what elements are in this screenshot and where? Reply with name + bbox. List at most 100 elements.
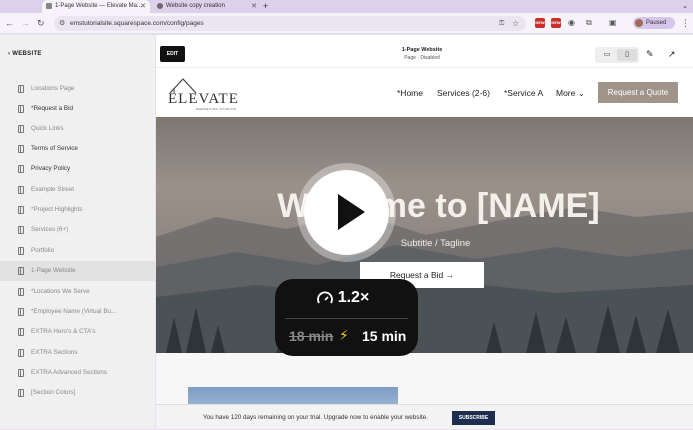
sidebar-item-label: *Request a Bid xyxy=(31,105,74,112)
site-nav-more[interactable]: More ⌄ xyxy=(556,87,585,99)
page-icon xyxy=(18,145,24,153)
play-button-circle xyxy=(304,170,389,255)
original-duration: 18 min xyxy=(289,328,334,344)
extension-new-badge-icon[interactable]: NEW xyxy=(535,18,545,28)
site-styles-brush-icon[interactable]: ✎ xyxy=(646,47,654,61)
divider xyxy=(285,318,408,319)
profile-status: Paused xyxy=(646,20,667,26)
browser-menu-icon[interactable]: ⋮ xyxy=(681,16,690,31)
page-icon xyxy=(18,186,24,194)
sidebar-item-label: *Locations We Serve xyxy=(31,288,90,295)
extension-icon[interactable]: ◉ xyxy=(568,17,575,29)
expand-arrow-icon[interactable]: ↗ xyxy=(668,47,676,61)
back-arrow-icon[interactable]: ← xyxy=(5,16,14,31)
sidebar-item-extra-heros[interactable]: EXTRA Hero's & CTA's xyxy=(0,322,155,342)
chatgpt-favicon-icon xyxy=(157,3,163,9)
sidebar-item-1-page-website[interactable]: 1-Page Website xyxy=(0,261,155,281)
logo-name: ELEVATE xyxy=(168,91,239,107)
site-nav-service-a[interactable]: *Service A xyxy=(504,87,543,99)
sidebar-item-request-a-bid[interactable]: *Request a Bid xyxy=(0,99,155,119)
sidebar-item-quick-links[interactable]: Quick Links xyxy=(0,119,155,139)
close-tab-icon[interactable]: ✕ xyxy=(251,0,257,13)
sidebar-item-privacy-policy[interactable]: Privacy Policy xyxy=(0,159,155,179)
profile-paused-button[interactable]: Paused xyxy=(633,17,675,29)
avatar xyxy=(635,19,643,27)
page-icon xyxy=(18,226,24,234)
sidebar-item-services[interactable]: Services (6+) xyxy=(0,220,155,240)
page-icon xyxy=(18,105,24,113)
page-icon xyxy=(18,267,24,275)
tab-1-page-website[interactable]: 1-Page Website — Elevate Ma... ✕ xyxy=(42,0,150,13)
hero-section: Welcome to [NAME] Subtitle / Tagline Req… xyxy=(156,117,693,353)
side-panel-icon[interactable]: ▣ xyxy=(609,17,617,29)
sidebar-item-label: Services (6+) xyxy=(31,226,69,233)
address-bar[interactable]: ⚙ emstutorialsite.squarespace.com/config… xyxy=(54,16,526,31)
mobile-icon[interactable]: ▯ xyxy=(617,49,637,61)
browser-toolbar: ← → ↻ ⚙ emstutorialsite.squarespace.com/… xyxy=(0,13,693,34)
lightning-bolt-icon: ⚡ xyxy=(339,327,349,343)
tab-website-copy-creation[interactable]: Website copy creation ✕ xyxy=(153,0,261,13)
subscribe-button[interactable]: SUBSCRIBE xyxy=(452,411,495,425)
sidebar-item-locations-page[interactable]: Locations Page xyxy=(0,79,155,99)
extensions-puzzle-icon[interactable]: ⧉ xyxy=(586,17,592,29)
sidebar-item-project-highlights[interactable]: *Project Highlights xyxy=(0,200,155,220)
tab-title: 1-Page Website — Elevate Ma... xyxy=(55,3,142,9)
page-icon xyxy=(18,369,24,377)
sidebar-item-employee-name[interactable]: *Employee Name (Virtual Bu... xyxy=(0,302,155,322)
sidebar-item-label: Privacy Policy xyxy=(31,165,71,172)
reload-icon[interactable]: ↻ xyxy=(37,16,45,31)
sidebar-item-terms-of-service[interactable]: Terms of Service xyxy=(0,139,155,159)
playback-speed-panel[interactable]: 1.2× 18 min ⚡ 15 min xyxy=(275,279,418,356)
password-key-icon[interactable]: ⚿ xyxy=(499,16,504,31)
pages-sidebar: ‹ WEBSITE Locations Page *Request a Bid … xyxy=(0,35,155,429)
sidebar-item-example-street[interactable]: Example Street xyxy=(0,180,155,200)
sidebar-item-extra-sections[interactable]: EXTRA Sections xyxy=(0,343,155,363)
sidebar-item-label: EXTRA Hero's & CTA's xyxy=(31,328,96,335)
page-icon xyxy=(18,247,24,255)
back-label: WEBSITE xyxy=(12,51,42,57)
close-tab-icon[interactable]: ✕ xyxy=(140,0,146,13)
page-icon xyxy=(18,85,24,93)
edit-button[interactable]: EDIT xyxy=(160,46,185,62)
device-switcher: ▭ ▯ xyxy=(595,47,639,63)
page-icon xyxy=(18,308,24,316)
new-tab-button[interactable]: + xyxy=(263,0,268,12)
site-nav-more-label: More xyxy=(556,88,576,98)
forward-arrow-icon[interactable]: → xyxy=(21,16,30,31)
sidebar-item-section-colors[interactable]: [Section Colors] xyxy=(0,383,155,403)
sidebar-item-label: Quick Links xyxy=(31,125,64,132)
extension-new-badge-icon[interactable]: NEW xyxy=(551,18,561,28)
site-header: ELEVATE MARKETING STUDIOS *Home Services… xyxy=(156,68,693,117)
desktop-icon[interactable]: ▭ xyxy=(597,49,617,61)
sidebar-item-label: Terms of Service xyxy=(31,145,78,152)
sidebar-item-extra-advanced-sections[interactable]: EXTRA Advanced Sections xyxy=(0,363,155,383)
back-to-website-link[interactable]: ‹ WEBSITE xyxy=(8,51,42,57)
site-nav-services[interactable]: Services (2-6) xyxy=(437,87,490,99)
page-icon xyxy=(18,206,24,214)
page-icon xyxy=(18,165,24,173)
page-icon xyxy=(18,288,24,296)
tab-list-chevron-icon[interactable]: ⌄ xyxy=(682,0,688,13)
new-duration: 15 min xyxy=(362,328,407,344)
bookmark-star-icon[interactable]: ☆ xyxy=(512,16,519,31)
chevron-left-icon: ‹ xyxy=(8,51,11,57)
sidebar-item-label: Example Street xyxy=(31,186,75,193)
hero-subtitle: Subtitle / Tagline xyxy=(400,238,471,249)
logo-subtitle: MARKETING STUDIOS xyxy=(196,107,237,111)
site-logo[interactable]: ELEVATE MARKETING STUDIOS xyxy=(168,76,248,111)
site-info-icon[interactable]: ⚙ xyxy=(59,16,65,31)
browser-tab-bar: 1-Page Website — Elevate Ma... ✕ Website… xyxy=(0,0,693,13)
mountain-landscape-image xyxy=(156,207,693,353)
sidebar-item-locations-we-serve[interactable]: *Locations We Serve xyxy=(0,282,155,302)
sidebar-item-label: Portfolio xyxy=(31,247,55,254)
play-icon xyxy=(338,194,365,230)
page-icon xyxy=(18,389,24,397)
sidebar-item-label: *Project Highlights xyxy=(31,206,83,213)
video-play-button[interactable] xyxy=(297,163,396,262)
site-nav-home[interactable]: *Home xyxy=(397,87,423,99)
url-text: emstutorialsite.squarespace.com/config/p… xyxy=(70,20,204,27)
sidebar-item-portfolio[interactable]: Portfolio xyxy=(0,241,155,261)
request-quote-button[interactable]: Request a Quote xyxy=(598,82,678,103)
sidebar-item-label: EXTRA Sections xyxy=(31,349,78,356)
sidebar-item-label: Locations Page xyxy=(31,85,75,92)
